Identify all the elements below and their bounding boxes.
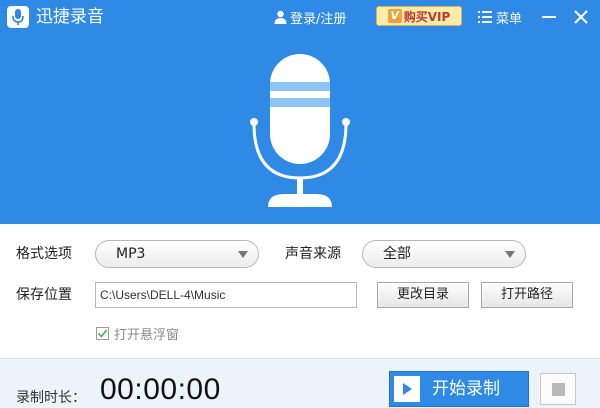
login-register-label: 登录/注册	[290, 11, 347, 27]
menu-button[interactable]: 菜单	[478, 8, 523, 27]
save-location-label: 保存位置	[16, 287, 72, 303]
format-value: MP3	[116, 246, 146, 262]
chevron-down-icon	[505, 251, 515, 258]
vip-badge-icon: V	[387, 9, 402, 23]
source-select[interactable]: 全部	[362, 240, 526, 268]
duration-label: 录制时长：	[16, 390, 86, 406]
title-bar: 迅捷录音 登录/注册 V 购买VIP 菜单	[0, 0, 600, 34]
float-window-label: 打开悬浮窗	[114, 328, 180, 343]
hero-banner	[0, 34, 600, 224]
buy-vip-button[interactable]: V 购买VIP	[376, 6, 462, 26]
chevron-down-icon	[238, 251, 248, 258]
change-directory-button[interactable]: 更改目录	[377, 282, 469, 308]
play-icon	[394, 376, 420, 402]
bottom-bar: 录制时长： 00:00:00 开始录制	[0, 358, 600, 408]
source-label: 声音来源	[285, 246, 341, 262]
menu-label: 菜单	[496, 11, 523, 27]
minimize-icon[interactable]	[540, 8, 558, 26]
microphone-icon	[250, 54, 350, 207]
source-value: 全部	[383, 246, 411, 262]
buy-vip-label: 购买VIP	[403, 9, 451, 24]
app-title: 迅捷录音	[36, 7, 104, 27]
stop-icon	[552, 383, 565, 396]
stop-recording-button[interactable]	[540, 373, 576, 405]
login-register-link[interactable]: 登录/注册	[274, 8, 347, 27]
format-select[interactable]: MP3	[95, 240, 259, 268]
float-window-checkbox[interactable]: 打开悬浮窗	[96, 324, 179, 343]
settings-form: 格式选项 MP3 声音来源 全部 保存位置 C:\Users\DELL-4\Mu…	[0, 224, 600, 358]
list-menu-icon	[478, 11, 492, 23]
checkbox-box	[96, 327, 109, 340]
format-label: 格式选项	[16, 246, 72, 262]
user-icon	[274, 10, 287, 24]
start-recording-label: 开始录制	[432, 379, 500, 399]
microphone-logo-icon	[7, 6, 29, 28]
save-path-input[interactable]: C:\Users\DELL-4\Music	[95, 282, 357, 308]
check-icon	[97, 329, 108, 338]
close-icon[interactable]	[571, 7, 591, 27]
recording-timer: 00:00:00	[100, 373, 221, 406]
start-recording-button[interactable]: 开始录制	[389, 371, 529, 407]
open-path-button[interactable]: 打开路径	[481, 282, 573, 308]
